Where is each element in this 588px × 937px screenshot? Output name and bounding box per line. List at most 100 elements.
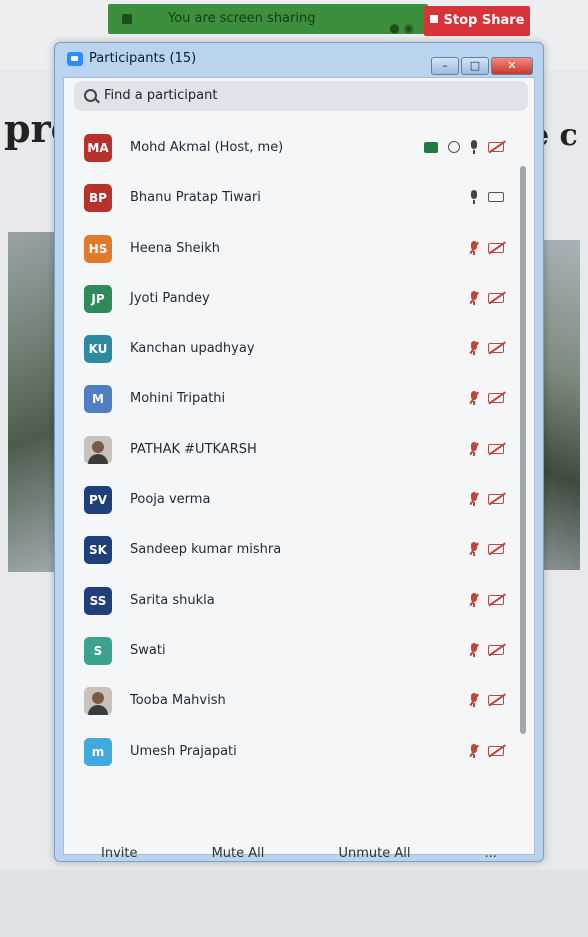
participant-name: Umesh Prajapati: [130, 743, 237, 759]
participant-row[interactable]: SS Sarita shukla: [64, 577, 516, 627]
mic-muted-icon: [469, 290, 479, 305]
participant-row[interactable]: JP Jyoti Pandey: [64, 275, 516, 325]
video-off-icon: [488, 593, 506, 606]
participant-avatar: S: [84, 636, 112, 665]
participant-avatar: KU: [84, 335, 112, 364]
participant-name: PATHAK #UTKARSH: [130, 441, 257, 457]
participant-name: Tooba Mahvish: [130, 693, 226, 709]
participant-avatar: BP: [84, 184, 112, 213]
participant-avatar: SS: [84, 586, 112, 615]
participant-avatar: HS: [84, 234, 112, 263]
stop-icon: [429, 15, 438, 23]
mic-muted-icon: [469, 441, 479, 456]
mic-muted-icon: [469, 592, 479, 607]
mic-muted-icon: [469, 391, 479, 406]
participant-row[interactable]: SK Sandeep kumar mishra: [64, 526, 516, 576]
participant-row[interactable]: MA Mohd Akmal (Host, me): [64, 124, 516, 174]
video-off-icon: [488, 492, 506, 506]
participant-row[interactable]: KU Kanchan upadhyay: [64, 325, 516, 375]
participant-status-icons: [460, 492, 506, 507]
mic-muted-icon: [469, 542, 479, 557]
participant-status-icons: [460, 441, 506, 456]
participant-status-icons: [460, 693, 506, 708]
participant-status-icons: [414, 140, 506, 154]
participant-status-icons: [460, 290, 506, 305]
desktop-background-bottom: [0, 870, 588, 937]
stop-share-label: Stop Share: [443, 13, 525, 28]
window-title: Participants (15): [89, 51, 197, 66]
participant-avatar: JP: [84, 284, 112, 313]
participant-status-icons: [460, 190, 504, 205]
video-off-icon: [488, 542, 506, 556]
zoom-app-icon: [67, 52, 83, 66]
video-off-icon: [488, 341, 506, 355]
participants-window: Participants (15) – □ ✕ Find a participa…: [54, 42, 544, 862]
participant-row[interactable]: M Mohini Tripathi: [64, 375, 516, 425]
participant-list: MA Mohd Akmal (Host, me) BP Bhanu Pratap Ti…: [64, 124, 516, 824]
participant-avatar: SK: [84, 536, 112, 565]
close-button[interactable]: ✕: [491, 57, 533, 75]
participant-row[interactable]: PV Pooja verma: [64, 476, 516, 526]
participant-name: Mohd Akmal (Host, me): [130, 140, 284, 155]
mic-icon: [470, 140, 478, 154]
mic-icon: [470, 190, 478, 205]
search-icon: [84, 89, 97, 102]
screen-sharing-bar: You are screen sharing ● ◉: [108, 4, 428, 35]
stop-share-button[interactable]: Stop Share: [424, 6, 530, 36]
participant-name: Swati: [130, 642, 166, 658]
participant-avatar: MA: [84, 134, 112, 162]
video-off-icon: [488, 240, 506, 254]
shared-slide-image-left: [8, 232, 58, 572]
participant-status-icons: [460, 391, 506, 406]
participant-name: Kanchan upadhyay: [130, 341, 255, 357]
mic-muted-icon: [469, 492, 479, 507]
participant-name: Jyoti Pandey: [130, 290, 210, 306]
participant-status-icons: [460, 642, 506, 657]
participant-name: Heena Sheikh: [130, 240, 220, 256]
list-scrollbar[interactable]: [520, 166, 526, 734]
mic-muted-icon: [469, 240, 479, 255]
video-off-icon: [488, 643, 506, 657]
window-controls: – □ ✕: [429, 57, 533, 75]
participants-footer: Invite Mute All Unmute All ...: [64, 838, 534, 868]
participant-status-icons: [460, 743, 506, 758]
video-off-icon: [488, 391, 506, 405]
invite-button[interactable]: Invite: [101, 846, 137, 861]
participant-avatar: [84, 435, 112, 464]
participant-avatar: PV: [84, 486, 112, 515]
window-titlebar[interactable]: Participants (15) – □ ✕: [55, 43, 543, 77]
mic-muted-icon: [469, 341, 479, 356]
mic-muted-icon: [469, 642, 479, 657]
participant-name: Sandeep kumar mishra: [130, 542, 282, 558]
video-off-icon: [488, 291, 506, 304]
video-off-icon: [488, 743, 506, 757]
search-input[interactable]: Find a participant: [74, 81, 528, 111]
participant-status-icons: [460, 592, 506, 607]
video-off-icon: [488, 442, 506, 455]
minimize-button[interactable]: –: [431, 57, 459, 75]
more-options-button[interactable]: ...: [485, 846, 497, 861]
video-off-icon: [488, 140, 506, 154]
mute-all-button[interactable]: Mute All: [212, 846, 265, 861]
participant-avatar: m: [84, 737, 112, 766]
mic-muted-icon: [469, 693, 479, 708]
participant-status-icons: [460, 240, 506, 255]
participant-avatar: M: [84, 385, 112, 414]
participant-row[interactable]: m Umesh Prajapati: [64, 728, 516, 778]
participant-avatar: [84, 687, 112, 716]
participant-row[interactable]: HS Heena Sheikh: [64, 225, 516, 275]
sharing-indicator-icon: [122, 14, 132, 24]
video-icon: [488, 192, 504, 203]
unmute-all-button[interactable]: Unmute All: [338, 846, 410, 861]
record-icon: [448, 141, 460, 153]
participants-panel: Find a participant MA Mohd Akmal (Host, m…: [63, 77, 535, 861]
participant-row[interactable]: BP Bhanu Pratap Tiwari: [64, 174, 516, 224]
participant-name: Mohini Tripathi: [130, 391, 226, 407]
search-placeholder: Find a participant: [104, 88, 218, 103]
participant-row[interactable]: PATHAK #UTKARSH: [64, 426, 516, 476]
participant-name: Bhanu Pratap Tiwari: [130, 190, 261, 206]
participant-name: Sarita shukla: [130, 592, 215, 608]
participant-row[interactable]: S Swati: [64, 627, 516, 677]
participant-row[interactable]: Tooba Mahvish: [64, 677, 516, 727]
maximize-button[interactable]: □: [461, 57, 489, 75]
